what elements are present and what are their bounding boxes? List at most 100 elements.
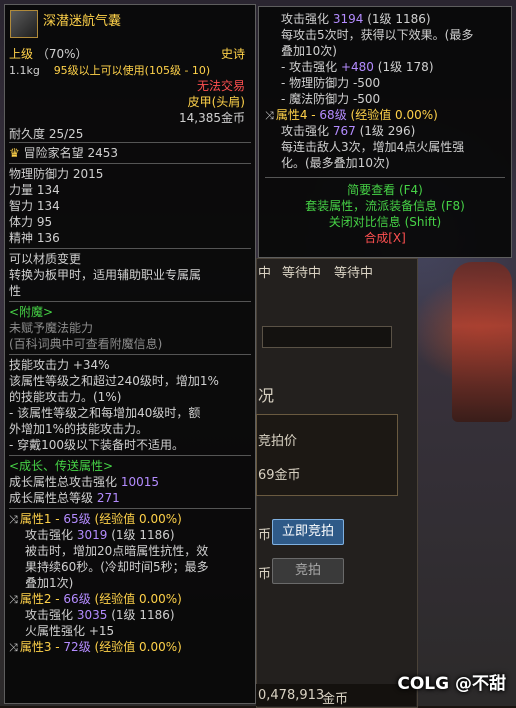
item-rarity: 史诗	[220, 47, 245, 61]
status-prefix: 中	[258, 266, 272, 281]
skill-line: 技能攻击力 +34%	[9, 358, 110, 372]
total-gold-suffix: 金币	[322, 692, 349, 707]
status-waiting-2: 等待中	[334, 266, 374, 281]
shuffle-icon: ⤨	[9, 593, 18, 606]
skill-line: 的技能攻击力。(1%)	[9, 390, 122, 404]
stat-value: 95	[36, 215, 53, 229]
attr-atk-level: (1级 1186)	[111, 528, 175, 542]
attr-desc: 每连击敌人3次，增加4点火属性强	[281, 140, 465, 154]
shuffle-icon: ⤨	[265, 109, 274, 122]
material-note: 转换为板甲时，适用辅助职业专属属	[9, 268, 202, 282]
attr-desc: 化。(最多叠加10次)	[281, 156, 390, 170]
stat-label: 精神	[9, 231, 34, 245]
skill-line: 外增加1%的技能攻击力。	[9, 422, 149, 436]
attr-atk-level: (1级 296)	[359, 124, 416, 138]
growth-lv-value: 271	[96, 491, 120, 505]
attr-atk-label: 攻击强化	[281, 124, 330, 138]
stat-value: 136	[36, 231, 60, 245]
item-price: 14,385金币	[179, 111, 245, 125]
simple-view-link[interactable]: 简要查看 (F4)	[265, 182, 505, 198]
bid-info-panel	[256, 414, 398, 496]
attr-desc: 果持续60秒。(冷却时间5秒；最多	[25, 560, 209, 574]
item-grade: 上级	[9, 47, 34, 61]
effect-desc: 每攻击5次时，获得以下效果。(最多	[281, 28, 474, 42]
durability: 耐久度 25/25	[9, 127, 84, 141]
fame-label: 冒险家名望	[23, 146, 84, 160]
bid-button[interactable]: 竞拍	[272, 558, 344, 584]
attr-atk-label: 攻击强化	[25, 528, 74, 542]
total-gold-value: 0,478,913	[258, 688, 325, 703]
enchant-none: 未赋予魔法能力	[9, 321, 94, 335]
level-requirement: 95级以上可以使用(105级 - 10)	[53, 64, 211, 77]
atk-label: 攻击强化	[281, 12, 330, 26]
item-name: 深潜迷航气囊	[43, 14, 122, 29]
trade-restriction: 无法交易	[196, 79, 245, 93]
skill-line: - 该属性等级之和每增加40级时，额	[9, 406, 201, 420]
attr-exp: (经验值 0.00%)	[350, 108, 438, 122]
material-change: 可以材质变更	[9, 252, 82, 266]
effect-desc: 叠加10次)	[281, 44, 337, 58]
stat-label: 智力	[9, 199, 34, 213]
attr-exp: (经验值 0.00%)	[94, 512, 182, 526]
skill-line: 该属性等级之和超过240级时，增加1%	[9, 374, 219, 388]
attr-level: 72级	[63, 640, 91, 654]
close-compare-link[interactable]: 关闭对比信息 (Shift)	[265, 214, 505, 230]
item-grade-pct: （70%）	[36, 47, 88, 61]
enchant-hint: (百科词典中可查看附魔信息)	[9, 337, 163, 351]
atk-level: (1级 1186)	[367, 12, 431, 26]
attr-level: 66级	[63, 592, 91, 606]
attr-atk-level: (1级 1186)	[111, 608, 175, 622]
attr-atk-value: 3035	[76, 608, 108, 622]
attr-desc: 叠加1次)	[25, 576, 74, 590]
attr-level: 68级	[319, 108, 347, 122]
attr-label: 属性2 -	[19, 592, 64, 606]
item-weight: 1.1kg	[9, 64, 40, 77]
character-sprite	[452, 262, 512, 422]
set-info-link[interactable]: 套装属性，流派装备信息 (F8)	[265, 198, 505, 214]
synthesize-link[interactable]: 合成[X]	[265, 230, 505, 246]
stat-label: 力量	[9, 183, 34, 197]
enchant-title: <附魔>	[9, 305, 54, 319]
stat-value: 134	[36, 183, 60, 197]
attr-label: 属性1 -	[19, 512, 64, 526]
attr-fire: 火属性强化 +15	[25, 624, 115, 638]
stat-label: 物理防御力	[9, 167, 70, 181]
watermark: COLG @不甜	[397, 674, 506, 694]
effect-atk-value: +480	[340, 60, 374, 74]
attr-label: 属性4 -	[275, 108, 320, 122]
search-box[interactable]	[262, 326, 392, 348]
shuffle-icon: ⤨	[9, 641, 18, 654]
skill-line: - 穿戴100级以下装备时不适用。	[9, 438, 185, 452]
material-note-cont: 性	[9, 284, 22, 298]
attr-atk-value: 3019	[76, 528, 108, 542]
stat-value: 2015	[72, 167, 104, 181]
attr-exp: (经验值 0.00%)	[94, 640, 182, 654]
atk-value: 3194	[332, 12, 364, 26]
attr-atk-value: 767	[332, 124, 356, 138]
effect-atk-level: (1级 178)	[377, 60, 434, 74]
growth-atk-value: 10015	[120, 475, 160, 489]
gold-amount: 69金币	[258, 468, 301, 483]
effect-atk-label: - 攻击强化	[281, 60, 338, 74]
shuffle-icon: ⤨	[9, 513, 18, 526]
fame-icon: ♛	[9, 146, 20, 160]
attr-exp: (经验值 0.00%)	[94, 592, 182, 606]
stat-value: 134	[36, 199, 60, 213]
status-waiting-1: 等待中	[282, 266, 322, 281]
growth-lv-label: 成长属性总等级	[9, 491, 94, 505]
item-type: 皮甲(头肩)	[187, 95, 245, 109]
compare-tooltip: 攻击强化 3194 (1级 1186) 每攻击5次时，获得以下效果。(最多 叠加…	[258, 6, 512, 258]
attr-desc: 被击时，增加20点暗属性抗性，效	[25, 544, 209, 558]
item-tooltip: 深潜迷航气囊 上级 （70%） 史诗 1.1kg 95级以上可以使用(105级 …	[4, 4, 256, 704]
stat-label: 体力	[9, 215, 34, 229]
instant-bid-button[interactable]: 立即竞拍	[272, 519, 344, 545]
item-icon	[10, 10, 38, 38]
blur-heading: 况	[258, 386, 275, 405]
instant-buy-prefix: 币	[258, 528, 272, 543]
bid-prefix: 币	[258, 567, 272, 582]
effect-def: - 物理防御力 -500	[281, 76, 381, 90]
growth-atk-label: 成长属性总攻击强化	[9, 475, 118, 489]
attr-label: 属性3 -	[19, 640, 64, 654]
bid-price-label: 竞拍价	[258, 434, 298, 449]
growth-title: <成长、传送属性>	[9, 459, 114, 473]
